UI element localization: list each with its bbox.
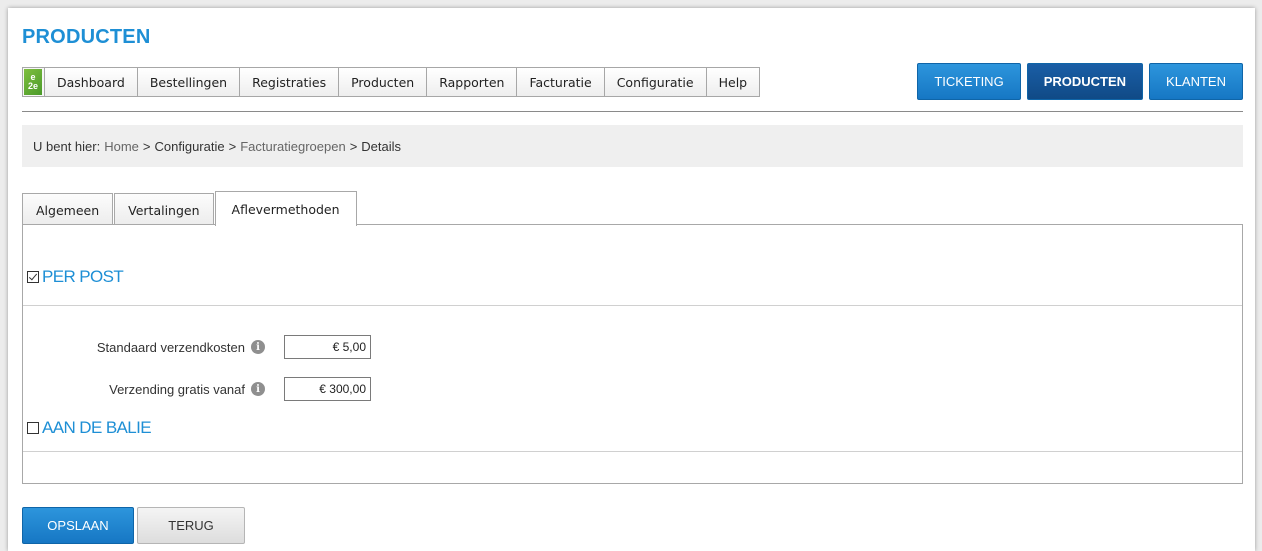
tab-vertalingen[interactable]: Vertalingen bbox=[114, 193, 214, 226]
menu-item-help[interactable]: Help bbox=[705, 68, 760, 96]
section-divider bbox=[23, 305, 1242, 306]
per-post-label: PER POST bbox=[42, 267, 124, 286]
save-button[interactable]: OPSLAAN bbox=[22, 507, 134, 544]
main-menu: e 2e Dashboard Bestellingen Registraties … bbox=[22, 67, 761, 97]
menu-item-dashboard[interactable]: Dashboard bbox=[44, 68, 137, 96]
logo-icon[interactable]: e 2e bbox=[24, 69, 42, 95]
breadcrumb: U bent hier: Home > Configuratie > Factu… bbox=[22, 125, 1243, 167]
breadcrumb-separator: > bbox=[142, 138, 151, 154]
free-from-input[interactable] bbox=[284, 377, 371, 401]
tab-aflevermethoden[interactable]: Aflevermethoden bbox=[214, 191, 357, 226]
standard-costs-label: Standaard verzendkosten bbox=[96, 339, 245, 355]
aan-de-balie-label: AAN DE BALIE bbox=[42, 418, 152, 437]
header-divider bbox=[22, 111, 1243, 112]
per-post-toggle[interactable]: PER POST bbox=[27, 267, 124, 287]
breadcrumb-current: Details bbox=[361, 138, 402, 154]
tab-panel-aflevermethoden: PER POST Standaard verzendkosten i Verze… bbox=[22, 224, 1243, 484]
menu-item-facturatie[interactable]: Facturatie bbox=[516, 68, 604, 96]
free-from-label: Verzending gratis vanaf bbox=[109, 381, 245, 397]
breadcrumb-facturatiegroepen[interactable]: Facturatiegroepen bbox=[240, 139, 346, 154]
klanten-button[interactable]: KLANTEN bbox=[1149, 63, 1243, 100]
menu-item-bestellingen[interactable]: Bestellingen bbox=[136, 68, 240, 96]
module-switcher: TICKETING PRODUCTEN KLANTEN bbox=[917, 63, 1243, 100]
breadcrumb-separator: > bbox=[349, 138, 358, 154]
info-icon[interactable]: i bbox=[251, 340, 265, 354]
menu-item-producten[interactable]: Producten bbox=[338, 68, 427, 96]
standard-costs-input[interactable] bbox=[284, 335, 371, 359]
page-container: PRODUCTEN e 2e Dashboard Bestellingen Reg… bbox=[8, 8, 1255, 551]
aan-de-balie-toggle[interactable]: AAN DE BALIE bbox=[27, 418, 152, 438]
breadcrumb-configuratie[interactable]: Configuratie bbox=[154, 139, 224, 154]
menu-item-registraties[interactable]: Registraties bbox=[239, 68, 339, 96]
section-divider bbox=[23, 451, 1242, 452]
standard-costs-row: Standaard verzendkosten i bbox=[45, 335, 371, 359]
menu-item-rapporten[interactable]: Rapporten bbox=[426, 68, 517, 96]
breadcrumb-separator: > bbox=[228, 138, 237, 154]
ticketing-button[interactable]: TICKETING bbox=[917, 63, 1021, 100]
breadcrumb-prefix: U bent hier: bbox=[33, 138, 101, 154]
per-post-checkbox[interactable] bbox=[27, 271, 39, 283]
aan-de-balie-checkbox[interactable] bbox=[27, 422, 39, 434]
menu-item-configuratie[interactable]: Configuratie bbox=[603, 68, 706, 96]
tab-algemeen[interactable]: Algemeen bbox=[22, 193, 114, 226]
breadcrumb-home[interactable]: Home bbox=[104, 139, 139, 154]
app-title: PRODUCTEN bbox=[22, 26, 151, 48]
tab-bar: Algemeen Vertalingen Aflevermethoden bbox=[22, 191, 358, 226]
info-icon[interactable]: i bbox=[251, 382, 265, 396]
free-from-row: Verzending gratis vanaf i bbox=[45, 377, 371, 401]
back-button[interactable]: TERUG bbox=[137, 507, 245, 544]
producten-button[interactable]: PRODUCTEN bbox=[1026, 63, 1144, 100]
